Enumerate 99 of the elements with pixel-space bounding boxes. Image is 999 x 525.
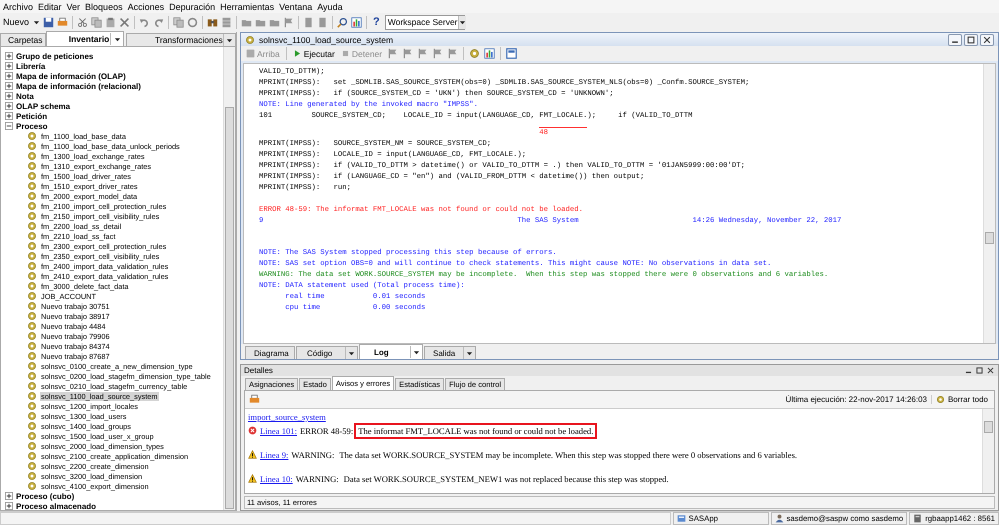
binoculars-icon[interactable]	[207, 16, 218, 28]
menu-item[interactable]: Acciones	[128, 2, 164, 12]
caret-icon[interactable]	[348, 350, 355, 356]
scrollbar[interactable]	[982, 409, 994, 493]
panel-tab[interactable]: Transformaciones	[126, 33, 236, 46]
tree-folder[interactable]: Proceso almacenado	[16, 502, 96, 510]
collapse-icon[interactable]	[5, 122, 13, 130]
line-link[interactable]: Linea 10:	[260, 474, 293, 484]
chart-icon[interactable]	[351, 16, 362, 28]
window-title: solnsvc_1100_load_source_system	[259, 34, 394, 44]
menu-item[interactable]: Archivo	[3, 2, 34, 12]
panel-title: Detalles	[244, 366, 274, 375]
editor-tab[interactable]: Diagrama	[245, 346, 295, 359]
redo-icon[interactable]	[153, 16, 164, 28]
new-button[interactable]: Nuevo	[2, 17, 30, 27]
expand-icon[interactable]	[5, 492, 13, 500]
square-icon	[246, 49, 255, 58]
error-underline	[539, 127, 588, 128]
warning-icon	[248, 474, 257, 483]
flag-icon[interactable]	[283, 16, 294, 28]
help-button[interactable]: ?	[371, 16, 382, 28]
warning-icon	[248, 450, 257, 459]
panel-tab[interactable]: Carpetas	[0, 33, 46, 46]
message-code: WARNING:	[296, 474, 339, 484]
copy-icon[interactable]	[173, 16, 184, 28]
flag-icon[interactable]	[432, 48, 444, 59]
message-code: WARNING:	[291, 450, 334, 460]
chart-icon[interactable]	[484, 48, 496, 59]
maximize-icon[interactable]	[975, 366, 984, 375]
expand-icon[interactable]	[5, 72, 13, 80]
expand-icon[interactable]	[5, 112, 13, 120]
tree-folder[interactable]: Proceso	[16, 122, 48, 130]
expand-icon[interactable]	[5, 62, 13, 70]
message-text: Data set WORK.SOURCE_SYSTEM_NEW1 was not replaced because this step was stopped.	[342, 472, 670, 486]
window-icon[interactable]	[506, 48, 518, 59]
flag-icon[interactable]	[402, 48, 414, 59]
line-link[interactable]: Linea 9:	[260, 450, 288, 460]
panel-tab[interactable]: Inventario	[46, 31, 124, 46]
tree-folder[interactable]: Nota	[16, 92, 34, 100]
expand-icon[interactable]	[5, 52, 13, 60]
menu-item[interactable]: Bloqueos	[85, 2, 123, 12]
menu-item[interactable]: Editar	[38, 2, 62, 12]
flag-icon[interactable]	[387, 48, 398, 59]
error-icon	[248, 426, 257, 435]
tree-folder[interactable]: Librería	[16, 62, 46, 70]
menu-item[interactable]: Herramientas	[220, 2, 274, 12]
caret-icon[interactable]	[226, 36, 233, 44]
editor-tab[interactable]: Salida	[424, 346, 476, 359]
server-icon	[676, 514, 686, 523]
caret-icon[interactable]	[458, 18, 466, 26]
flag-icon[interactable]	[447, 48, 458, 59]
message-text: The informat FMT_LOCALE was not found or could not be loaded.	[354, 422, 598, 438]
paste-icon[interactable]	[105, 16, 116, 28]
line-link[interactable]: Linea 101:	[260, 426, 297, 436]
close-icon[interactable]	[986, 366, 995, 375]
scrollbar[interactable]	[223, 47, 235, 510]
menu-item[interactable]: Ver	[66, 2, 80, 12]
tree-folder[interactable]: Petición	[16, 112, 48, 120]
undo-icon[interactable]	[139, 16, 150, 28]
editor-tab[interactable]: Código	[296, 346, 358, 359]
flag-icon[interactable]	[417, 48, 428, 59]
tree-folder[interactable]: Grupo de peticiones	[16, 52, 94, 60]
save-icon[interactable]	[43, 16, 54, 28]
run-button[interactable]: Ejecutar	[292, 48, 336, 58]
minimize-icon[interactable]	[948, 34, 962, 46]
server-dropdown[interactable]: Workspace Server	[384, 14, 465, 30]
expand-icon[interactable]	[5, 502, 13, 510]
print-icon[interactable]	[57, 16, 68, 28]
last-run-text: Última ejecución: 22-nov-2017 14:26:03	[786, 395, 927, 404]
copy-icon[interactable]	[91, 16, 102, 28]
tree-folder[interactable]: Mapa de información (OLAP)	[16, 72, 126, 80]
person-icon	[774, 514, 784, 523]
close-icon[interactable]	[980, 34, 994, 46]
message-text: The data set WORK.SOURCE_SYSTEM may be incomplete. When this step was stopped there were 0 observations and 6 variables.	[338, 448, 798, 462]
tree-folder[interactable]: Proceso (cubo)	[16, 492, 74, 500]
message-code: ERROR 48-59:	[300, 426, 354, 436]
clear-all-button[interactable]: Borrar todo	[930, 395, 990, 404]
expand-icon[interactable]	[5, 92, 13, 100]
editor-tab[interactable]: Log	[359, 344, 423, 359]
search-icon[interactable]	[337, 16, 348, 28]
menu-item[interactable]: Ayuda	[317, 2, 343, 12]
expand-icon[interactable]	[5, 102, 13, 110]
maximize-icon[interactable]	[964, 34, 978, 46]
expand-icon[interactable]	[5, 82, 13, 90]
menu-item[interactable]: Ventana	[279, 2, 312, 12]
tree-folder[interactable]: OLAP schema	[16, 102, 70, 110]
tree-folder[interactable]: Mapa de información (relacional)	[16, 82, 141, 90]
caret-icon[interactable]	[466, 350, 473, 356]
delete-icon[interactable]	[119, 16, 130, 28]
stop-icon	[340, 49, 350, 58]
caret-icon[interactable]	[33, 18, 40, 26]
menu-item[interactable]: Depuración	[169, 2, 216, 12]
job-link[interactable]: import_source_system	[248, 412, 326, 422]
play-icon	[292, 49, 302, 58]
scissors-icon[interactable]	[77, 16, 88, 28]
scrollbar[interactable]	[983, 64, 995, 343]
caret-icon[interactable]	[114, 36, 120, 42]
caret-icon[interactable]	[413, 348, 420, 356]
print-icon[interactable]	[249, 394, 260, 405]
